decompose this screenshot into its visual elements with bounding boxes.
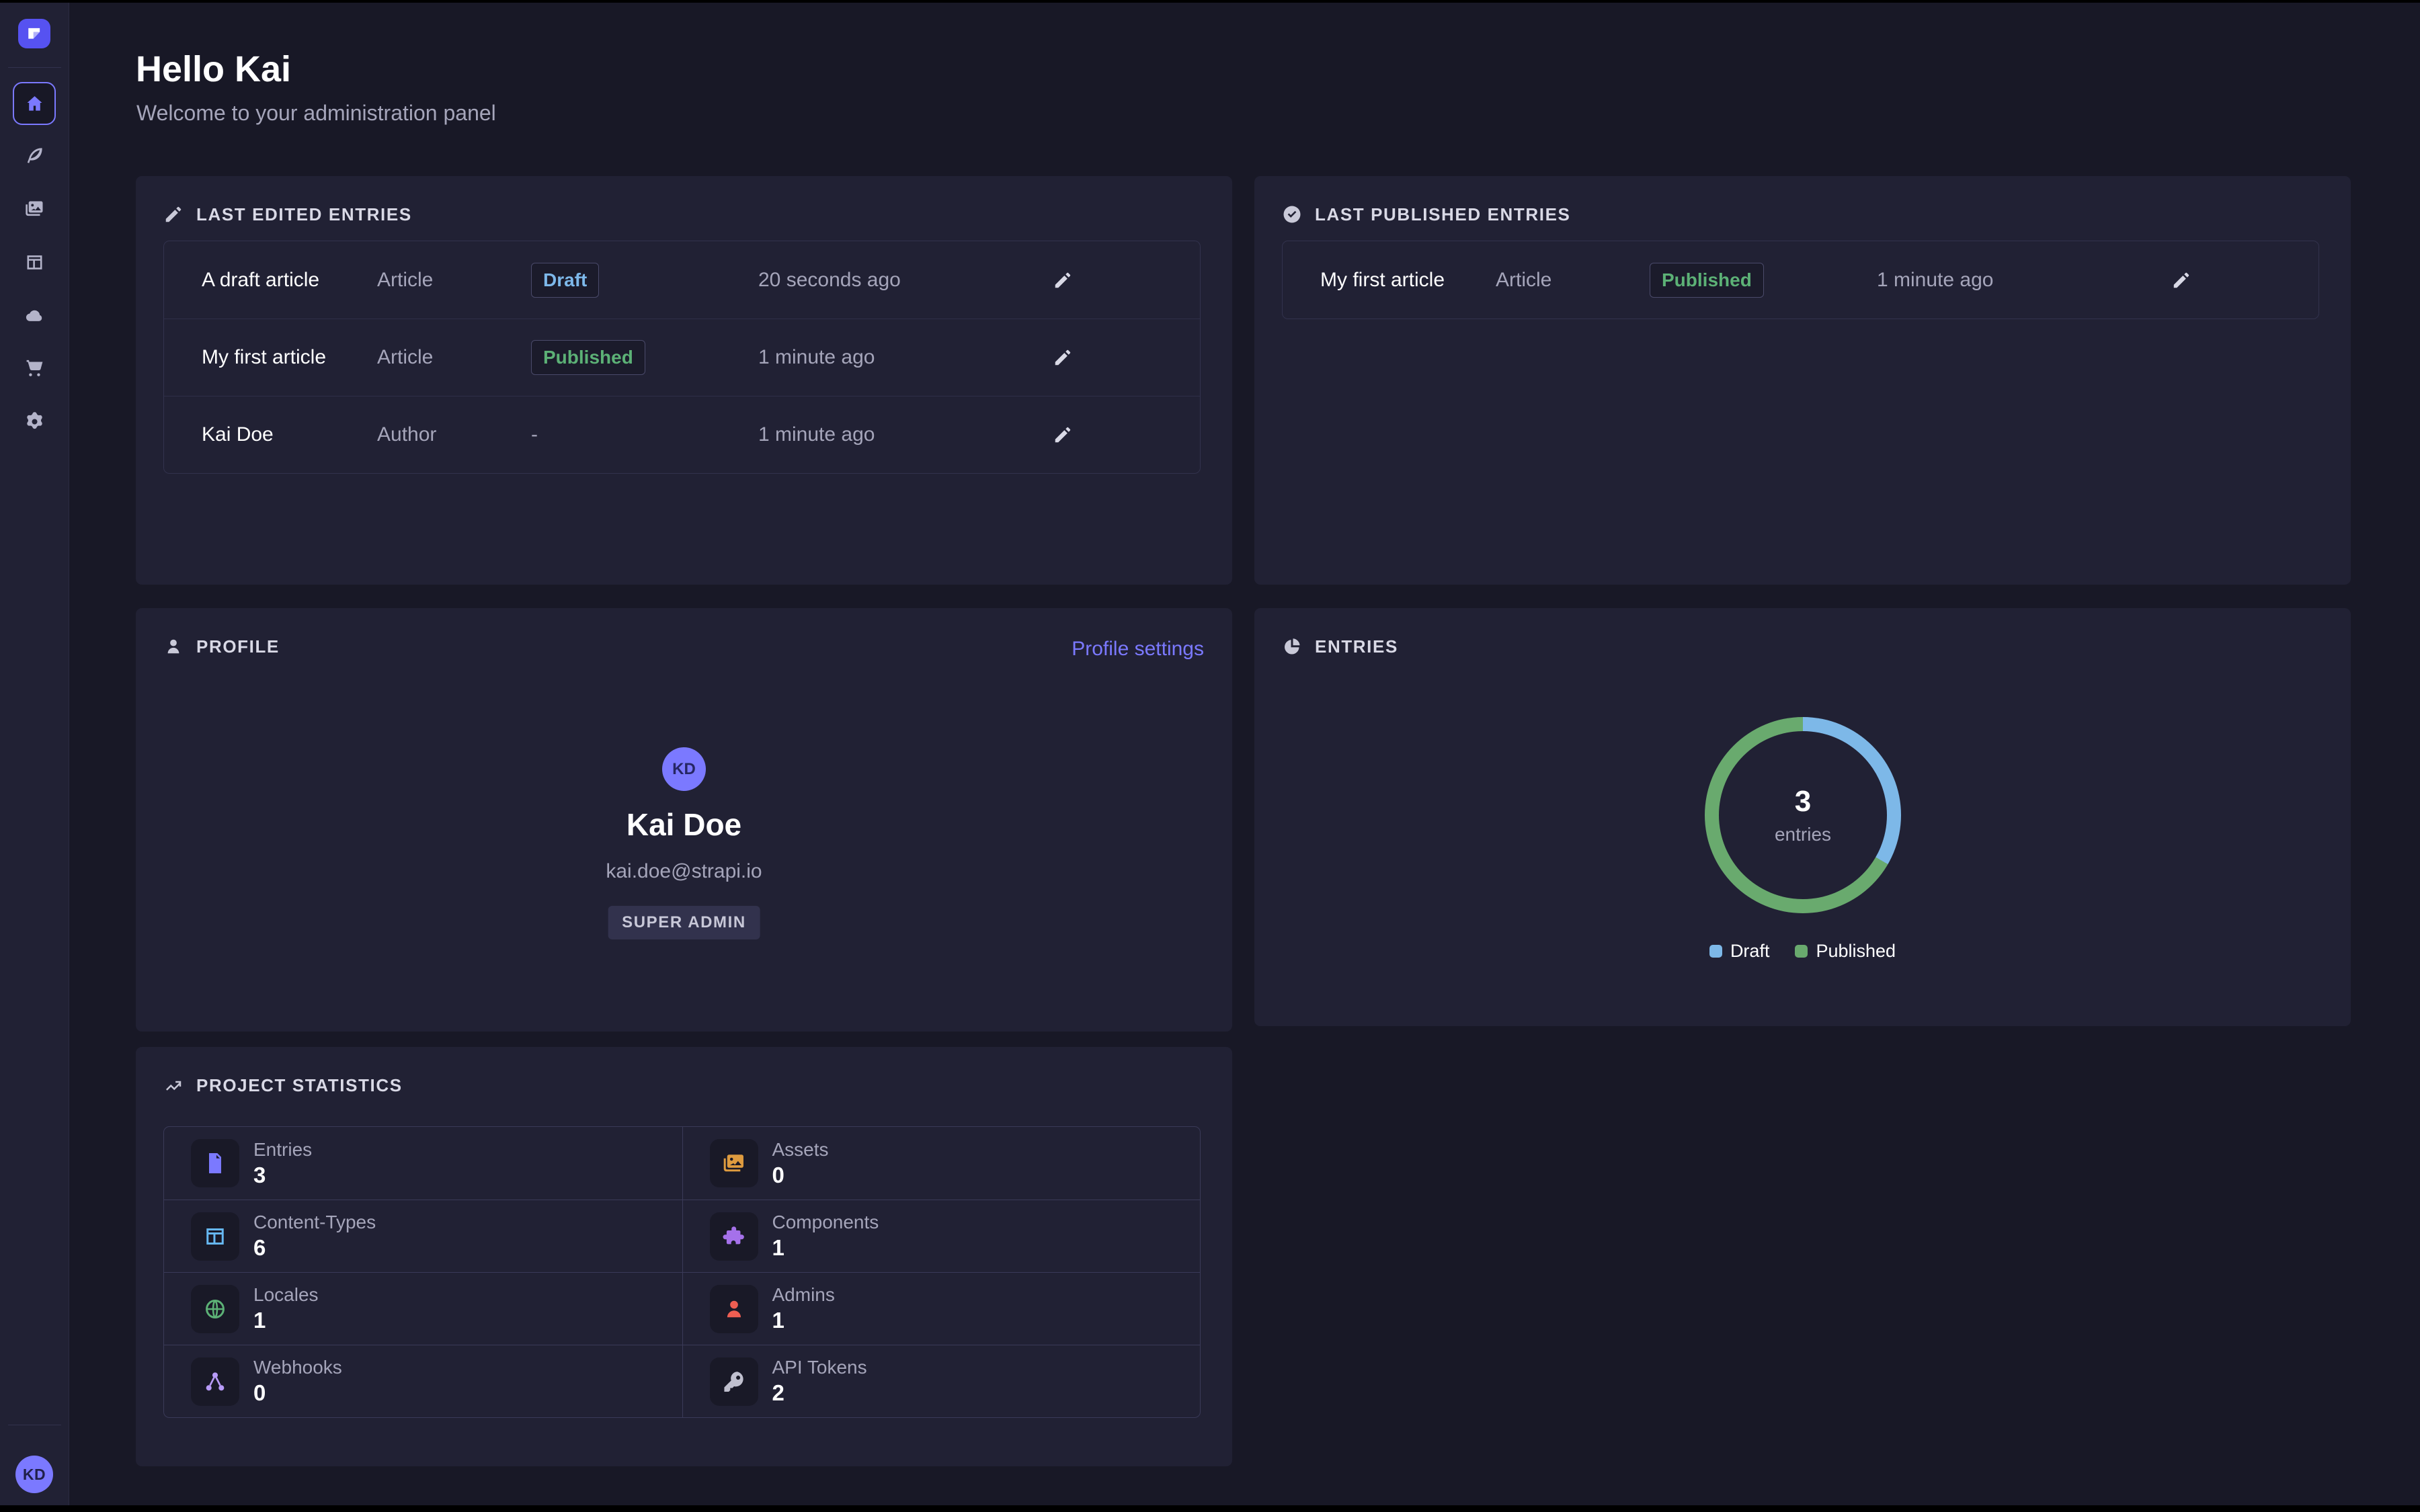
legend-item-draft: Draft <box>1709 941 1770 962</box>
page-title: Hello Kai <box>136 48 291 90</box>
sidebar: KD <box>0 3 69 1505</box>
cart-icon <box>24 358 45 378</box>
edit-entry-button[interactable] <box>1048 343 1078 372</box>
timestamp: 1 minute ago <box>1877 269 2167 292</box>
stat-content-types: Content-Types 6 <box>164 1200 682 1272</box>
last-edited-table: A draft article Article Draft 20 seconds… <box>163 241 1201 474</box>
strapi-logo[interactable] <box>18 19 50 48</box>
home-icon <box>24 93 45 114</box>
profile-panel: PROFILE Profile settings KD Kai Doe kai.… <box>136 608 1232 1032</box>
sidebar-item-marketplace[interactable] <box>13 346 56 389</box>
puzzle-icon <box>710 1212 758 1261</box>
stat-components: Components 1 <box>682 1200 1201 1272</box>
table-row: Kai Doe Author - 1 minute ago <box>164 396 1200 473</box>
panel-title: PROFILE <box>163 635 280 658</box>
draft-swatch <box>1709 945 1722 958</box>
stat-webhooks: Webhooks 0 <box>164 1345 682 1417</box>
pencil-icon <box>1053 425 1073 445</box>
gear-icon <box>24 411 45 432</box>
trending-up-icon <box>163 1075 184 1095</box>
profile-name: Kai Doe <box>136 806 1232 843</box>
edit-entry-button[interactable] <box>1048 265 1078 295</box>
user-icon <box>163 636 184 657</box>
sidebar-item-deploy[interactable] <box>13 294 56 337</box>
layout-icon <box>24 252 45 273</box>
stat-entries: Entries 3 <box>164 1127 682 1200</box>
status-badge: Published <box>1650 263 1764 298</box>
stat-assets: Assets 0 <box>682 1127 1201 1200</box>
feather-icon <box>24 145 45 166</box>
entries-donut-chart: 3 entries <box>1705 717 1901 913</box>
panel-title: PROJECT STATISTICS <box>163 1074 403 1097</box>
sidebar-item-content-type-builder[interactable] <box>13 241 56 284</box>
table-row: A draft article Article Draft 20 seconds… <box>164 241 1200 319</box>
images-icon <box>710 1139 758 1187</box>
app-window: KD Hello Kai Welcome to your administrat… <box>0 3 2420 1505</box>
page-subtitle: Welcome to your administration panel <box>136 101 496 126</box>
published-swatch <box>1795 945 1808 958</box>
profile-avatar: KD <box>662 747 706 791</box>
key-icon <box>710 1357 758 1406</box>
main-content: Hello Kai Welcome to your administration… <box>70 3 2420 1505</box>
timestamp: 1 minute ago <box>758 346 1048 369</box>
nodes-icon <box>191 1357 239 1406</box>
table-row: My first article Article Published 1 min… <box>164 319 1200 396</box>
entries-panel: ENTRIES 3 entries Draft Published <box>1254 608 2351 1026</box>
legend-item-published: Published <box>1795 941 1896 962</box>
status-empty: - <box>531 423 538 446</box>
entries-count-label: entries <box>1775 824 1831 845</box>
pencil-icon <box>2171 270 2191 290</box>
last-edited-entries-panel: LAST EDITED ENTRIES A draft article Arti… <box>136 176 1232 585</box>
cloud-icon <box>24 305 45 326</box>
panel-title: LAST EDITED ENTRIES <box>163 203 412 226</box>
panel-title: LAST PUBLISHED ENTRIES <box>1282 203 1570 226</box>
pencil-icon <box>1053 270 1073 290</box>
sidebar-item-settings[interactable] <box>13 400 56 443</box>
table-row: My first article Article Published 1 min… <box>1283 241 2318 319</box>
last-published-entries-panel: LAST PUBLISHED ENTRIES My first article … <box>1254 176 2351 585</box>
profile-settings-link[interactable]: Profile settings <box>1072 638 1204 661</box>
stat-api-tokens: API Tokens 2 <box>682 1345 1201 1417</box>
pie-chart-icon <box>1282 636 1302 657</box>
stats-grid: Entries 3 Assets 0 Content-Types 6 <box>163 1126 1201 1418</box>
stat-admins: Admins 1 <box>682 1272 1201 1345</box>
entries-count: 3 <box>1795 785 1811 818</box>
project-statistics-panel: PROJECT STATISTICS Entries 3 Assets 0 Co… <box>136 1047 1232 1466</box>
edit-entry-button[interactable] <box>1048 420 1078 450</box>
edit-entry-button[interactable] <box>2167 265 2196 295</box>
chart-legend: Draft Published <box>1254 941 2351 962</box>
sidebar-divider <box>8 67 61 68</box>
pencil-icon <box>163 204 184 224</box>
sidebar-item-content-manager[interactable] <box>13 134 56 177</box>
pencil-icon <box>1053 347 1073 368</box>
role-badge: SUPER ADMIN <box>608 906 760 939</box>
check-circle-icon <box>1282 204 1302 224</box>
timestamp: 20 seconds ago <box>758 269 1048 292</box>
images-icon <box>24 198 45 219</box>
status-badge: Published <box>531 340 645 375</box>
timestamp: 1 minute ago <box>758 423 1048 446</box>
file-icon <box>191 1139 239 1187</box>
layout-icon <box>191 1212 239 1261</box>
last-published-table: My first article Article Published 1 min… <box>1282 241 2319 319</box>
status-badge: Draft <box>531 263 599 298</box>
sidebar-item-media-library[interactable] <box>13 187 56 230</box>
stat-locales: Locales 1 <box>164 1272 682 1345</box>
panel-title: ENTRIES <box>1282 635 1398 658</box>
globe-icon <box>191 1285 239 1333</box>
user-icon <box>710 1285 758 1333</box>
profile-email: kai.doe@strapi.io <box>136 860 1232 883</box>
sidebar-item-home[interactable] <box>13 82 56 125</box>
user-avatar[interactable]: KD <box>15 1456 53 1493</box>
